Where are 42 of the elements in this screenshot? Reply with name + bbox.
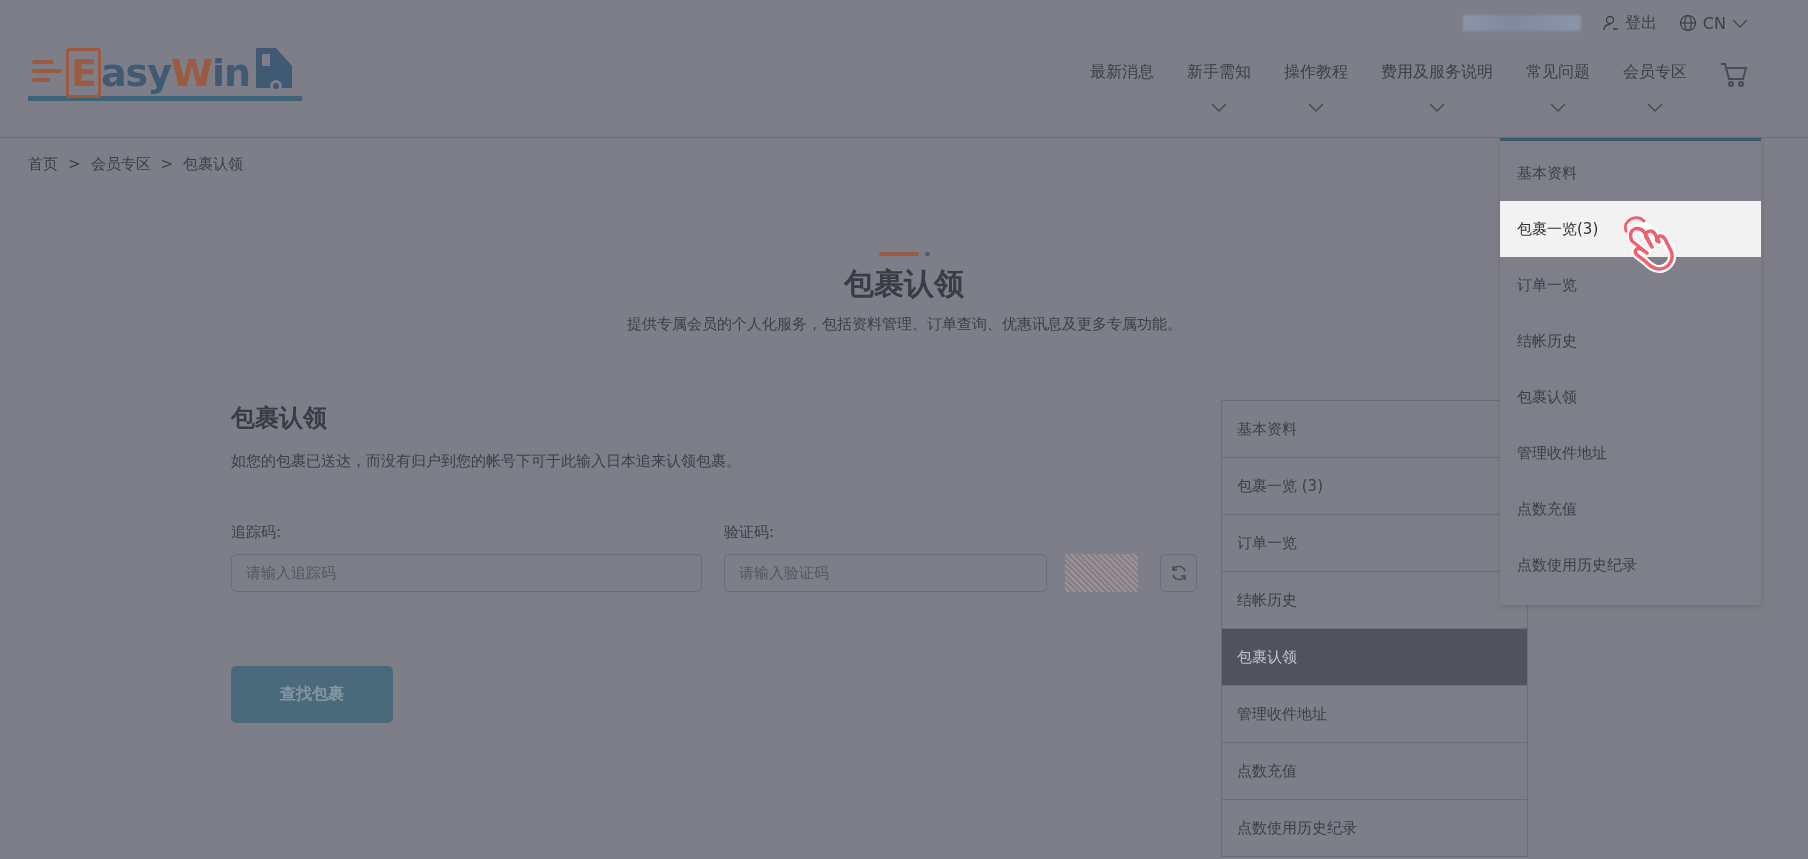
- dropdown-item[interactable]: 包裹一览(3): [1500, 201, 1761, 257]
- page-title: 包裹认领: [844, 265, 964, 303]
- nav-link[interactable]: 费用及服务说明: [1381, 62, 1493, 83]
- nav-link[interactable]: 新手需知: [1187, 62, 1251, 83]
- language-selector[interactable]: CN: [1678, 13, 1748, 33]
- page-subtitle: 提供专属会员的个人化服务，包括资料管理、订单查询、优惠讯息及更多专属功能。: [626, 315, 1182, 334]
- logout-link[interactable]: 登出: [1602, 12, 1657, 34]
- accent-bar-drawing: [878, 252, 930, 256]
- side-menu-item[interactable]: 点数使用历史纪录: [1222, 800, 1527, 857]
- logo-drawing[interactable]: EasyWin: [28, 22, 302, 101]
- user-icon: [1602, 15, 1619, 31]
- breadcrumb-link[interactable]: 首页: [28, 155, 58, 174]
- logo-text: W: [171, 51, 212, 95]
- chevron-down-icon: [1647, 103, 1663, 112]
- section-title: 包裹认领: [231, 403, 328, 434]
- chevron-down-icon: [1732, 18, 1748, 28]
- nav-link[interactable]: 常见问题: [1526, 62, 1590, 83]
- section-description: 如您的包裹已送达，而没有归户到您的帐号下可于此输入日本追来认领包裹。: [231, 452, 742, 471]
- side-menu-item[interactable]: 管理收件地址: [1222, 686, 1527, 743]
- search-package-button[interactable]: 查找包裹: [231, 666, 393, 723]
- chevron-down-icon: [1211, 103, 1227, 112]
- field-label: 验证码:: [724, 523, 776, 542]
- nav-link[interactable]: 操作教程: [1284, 62, 1348, 83]
- breadcrumb-link[interactable]: 会员专区: [90, 155, 151, 174]
- field-label: 追踪码:: [231, 523, 283, 542]
- chevron-down-icon: [1550, 103, 1566, 112]
- nav-link[interactable]: 最新消息: [1090, 62, 1154, 83]
- globe-icon: [1678, 14, 1697, 32]
- logo-text: in: [211, 51, 250, 95]
- nav-link[interactable]: 会员专区: [1623, 62, 1687, 83]
- dropdown-item[interactable]: 基本资料: [1500, 145, 1761, 201]
- chevron-down-icon: [1429, 103, 1445, 112]
- side-menu-item[interactable]: 点数充值: [1222, 743, 1527, 800]
- side-menu-item[interactable]: 包裹认领: [1222, 629, 1527, 686]
- dropdown-item[interactable]: 结帐历史: [1500, 313, 1761, 369]
- cart-icon[interactable]: [1720, 62, 1748, 88]
- logo-text: asy: [100, 51, 171, 95]
- breadcrumb-separator: >: [160, 155, 174, 174]
- breadcrumb-separator: >: [68, 155, 81, 174]
- refresh-button[interactable]: [1160, 554, 1197, 592]
- chevron-down-icon: [1308, 103, 1324, 112]
- logo-text: E: [66, 48, 101, 98]
